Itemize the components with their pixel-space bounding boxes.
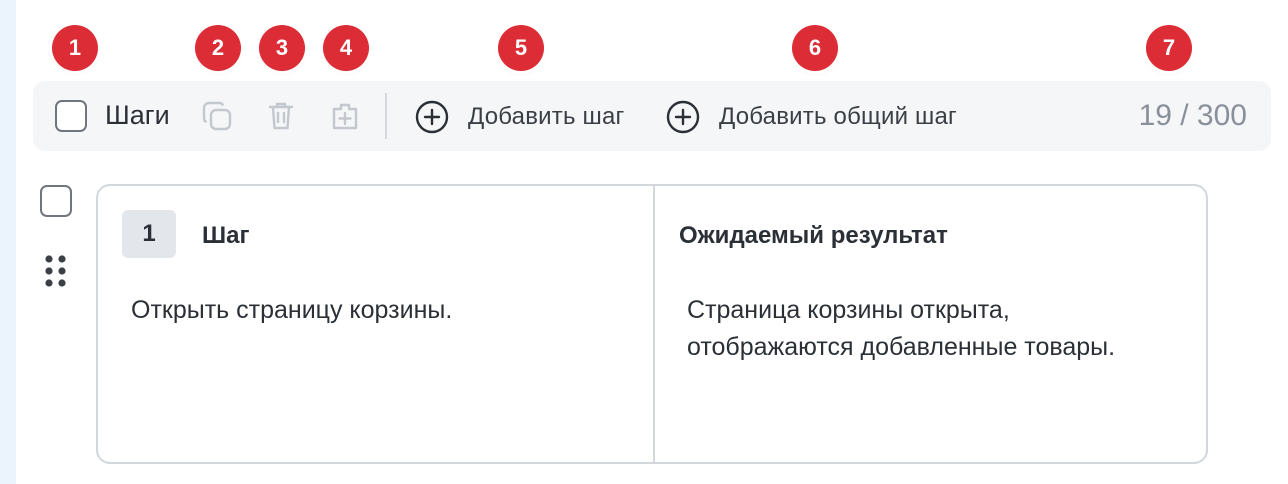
callout-badge-7: 7 — [1146, 25, 1192, 71]
steps-counter: 19 / 300 — [1138, 99, 1247, 132]
callout-badge-1: 1 — [52, 25, 98, 71]
callout-badge-3: 3 — [259, 25, 305, 71]
trash-icon[interactable] — [262, 97, 300, 135]
callout-badge-5: 5 — [498, 25, 544, 71]
expected-result-text[interactable]: Страница корзины открыта, отображаются д… — [687, 292, 1117, 366]
add-shared-step-button[interactable]: Добавить общий шаг — [665, 98, 957, 136]
column-divider — [653, 186, 655, 462]
plus-circle-icon — [415, 100, 449, 134]
callout-badge-6: 6 — [792, 25, 838, 71]
toolbar-divider — [385, 93, 387, 139]
left-strip — [0, 0, 16, 484]
copy-icon[interactable] — [198, 97, 236, 135]
step-column-header: Шаг — [202, 222, 250, 249]
plus-circle-icon — [666, 100, 700, 134]
add-step-label: Добавить шаг — [468, 103, 625, 130]
step-row-checkbox[interactable] — [40, 185, 72, 217]
step-card: 1 Шаг Открыть страницу корзины. Ожидаемы… — [96, 184, 1208, 464]
expected-result-header: Ожидаемый результат — [679, 222, 948, 249]
select-all-checkbox[interactable] — [55, 100, 87, 132]
add-shared-step-label: Добавить общий шаг — [719, 103, 958, 130]
steps-toolbar: Шаги Добавить шаг Добавить общий шаг 19 … — [33, 81, 1271, 151]
callout-badge-4: 4 — [323, 25, 369, 71]
steps-title: Шаги — [105, 100, 170, 130]
add-step-button[interactable]: Добавить шаг — [414, 98, 625, 136]
add-shared-step-icon[interactable] — [326, 97, 364, 135]
drag-handle-icon[interactable] — [44, 254, 68, 290]
callout-badge-2: 2 — [195, 25, 241, 71]
step-number: 1 — [122, 210, 176, 258]
step-action-text[interactable]: Открыть страницу корзины. — [131, 292, 631, 329]
